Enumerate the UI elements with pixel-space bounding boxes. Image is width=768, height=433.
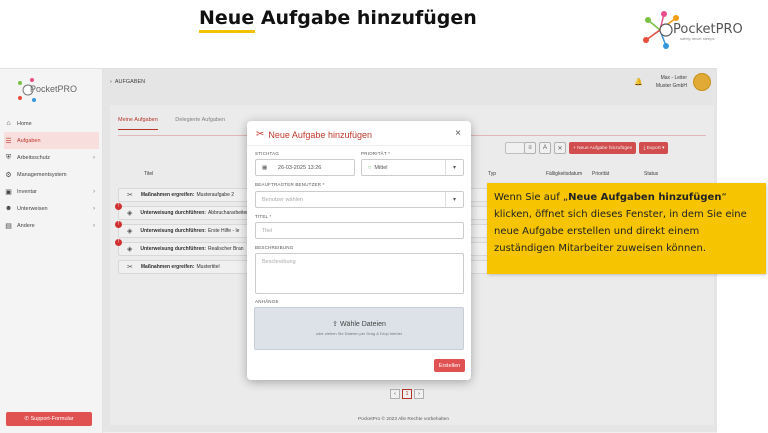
calendar-icon: ▦ <box>262 164 278 171</box>
chevron-right-icon: › <box>93 154 95 161</box>
chevron-right-icon: › <box>93 188 95 195</box>
folder-icon: ▤ <box>5 222 12 230</box>
stichtag-field[interactable]: ▦ 26-03-2025 13:26 <box>255 159 355 176</box>
callout-text: Wenn Sie auf „Neue Aufgaben hinzufügen“ … <box>494 189 761 257</box>
sidebar-item-label: Inventar <box>17 188 37 195</box>
priority-label: PRIORITÄT * <box>361 151 391 156</box>
description-textarea[interactable]: Beschreibung <box>255 253 464 294</box>
assignee-placeholder: Benutzer wählen <box>262 196 303 203</box>
slide-title: Neue Aufgabe hinzufügen <box>199 7 477 29</box>
title-input[interactable]: Titel <box>255 222 464 239</box>
list-icon: ☰ <box>5 137 12 145</box>
stichtag-value: 26-03-2025 13:26 <box>277 164 322 171</box>
sidebar-item-label: Home <box>17 120 32 127</box>
title-underline <box>199 30 255 33</box>
chevron-right-icon: › <box>93 222 95 229</box>
upload-icon: ⇪ <box>332 321 340 328</box>
priority-value: Mittel <box>374 164 388 171</box>
callout-text-pre: Wenn Sie auf „ <box>494 192 569 203</box>
chevron-right-icon: › <box>93 205 95 212</box>
support-label: Support-Formular <box>30 416 74 422</box>
title-placeholder: Titel <box>262 227 273 234</box>
upload-title: ⇪ Wähle Dateien <box>255 320 463 328</box>
explanation-callout: Wenn Sie auf „Neue Aufgaben hinzufügen“ … <box>487 183 766 274</box>
box-icon: ▣ <box>5 188 12 196</box>
sidebar-item-label: Arbeitsschutz <box>17 154 51 161</box>
chevron-down-icon: ▾ <box>445 192 463 207</box>
support-form-button[interactable]: ✆ Support-Formular <box>6 412 92 426</box>
new-task-dialog: ✂ Neue Aufgabe hinzufügen × STICHTAG ▦ 26… <box>247 121 471 380</box>
upload-title-text: Wähle Dateien <box>339 321 386 328</box>
sidebar-nav: ⌂ Home ☰ Aufgaben ⛨ Arbeitsschutz › ⚙ Managem… <box>0 115 103 234</box>
sidebar-item-label: Managementsystem <box>17 171 67 178</box>
sidebar-item-aufgaben[interactable]: ☰ Aufgaben <box>4 132 99 149</box>
title-label: TITEL * <box>255 214 272 219</box>
sidebar-item-unterweisen[interactable]: ☻ Unterweisen › <box>0 200 103 217</box>
tools-icon: ✂ <box>256 129 265 140</box>
sidebar-item-home[interactable]: ⌂ Home <box>0 115 103 132</box>
divider <box>247 145 471 146</box>
dialog-title-text: Neue Aufgabe hinzufügen <box>268 129 372 140</box>
brand-tagline: safety never sleeps <box>680 36 715 41</box>
dialog-title: ✂ Neue Aufgabe hinzufügen <box>256 129 372 140</box>
close-icon[interactable]: × <box>455 128 461 139</box>
sidebar-item-inventar[interactable]: ▣ Inventar › <box>0 183 103 200</box>
users-icon: ☻ <box>4 205 13 212</box>
description-placeholder: Beschreibung <box>262 259 296 265</box>
sidebar-item-andere[interactable]: ▤ Andere › <box>0 217 103 234</box>
brand-name: PocketPRO <box>673 22 743 37</box>
shield-icon: ⛨ <box>5 153 12 161</box>
create-button[interactable]: Erstellen <box>434 359 465 372</box>
upload-hint: oder ziehen Sie Dateien per Drag & Drop … <box>315 331 403 336</box>
sidebar-item-label: Aufgaben <box>17 137 41 144</box>
assignee-select[interactable]: Benutzer wählen ▾ <box>255 191 464 208</box>
sidebar-item-label: Unterweisen <box>17 205 48 212</box>
chevron-down-icon: ▾ <box>445 160 463 175</box>
sidebar-item-label: Andere <box>17 222 35 229</box>
assignee-label: BEAUFTRAGTER BENUTZER * <box>255 182 325 187</box>
file-dropzone[interactable]: ⇪ Wähle Dateien oder ziehen Sie Dateien … <box>254 307 464 350</box>
attachments-label: ANHÄNGE <box>255 299 279 304</box>
app-logo-text: PocketPRO <box>30 84 78 94</box>
stichtag-label: STICHTAG <box>255 151 280 156</box>
description-label: BESCHREIBUNG <box>255 245 294 250</box>
callout-text-bold: Neue Aufgaben hinzufügen <box>568 192 722 203</box>
cog-icon: ⚙ <box>5 171 12 179</box>
priority-select[interactable]: ○ Mittel ▾ <box>361 159 464 176</box>
sidebar-item-managementsystem[interactable]: ⚙ Managementsystem <box>0 166 103 183</box>
sidebar-item-arbeitsschutz[interactable]: ⛨ Arbeitsschutz › <box>0 149 103 166</box>
home-icon: ⌂ <box>6 120 11 127</box>
sidebar: PocketPRO ⌂ Home ☰ Aufgaben ⛨ Arbeitsschutz… <box>0 69 103 433</box>
